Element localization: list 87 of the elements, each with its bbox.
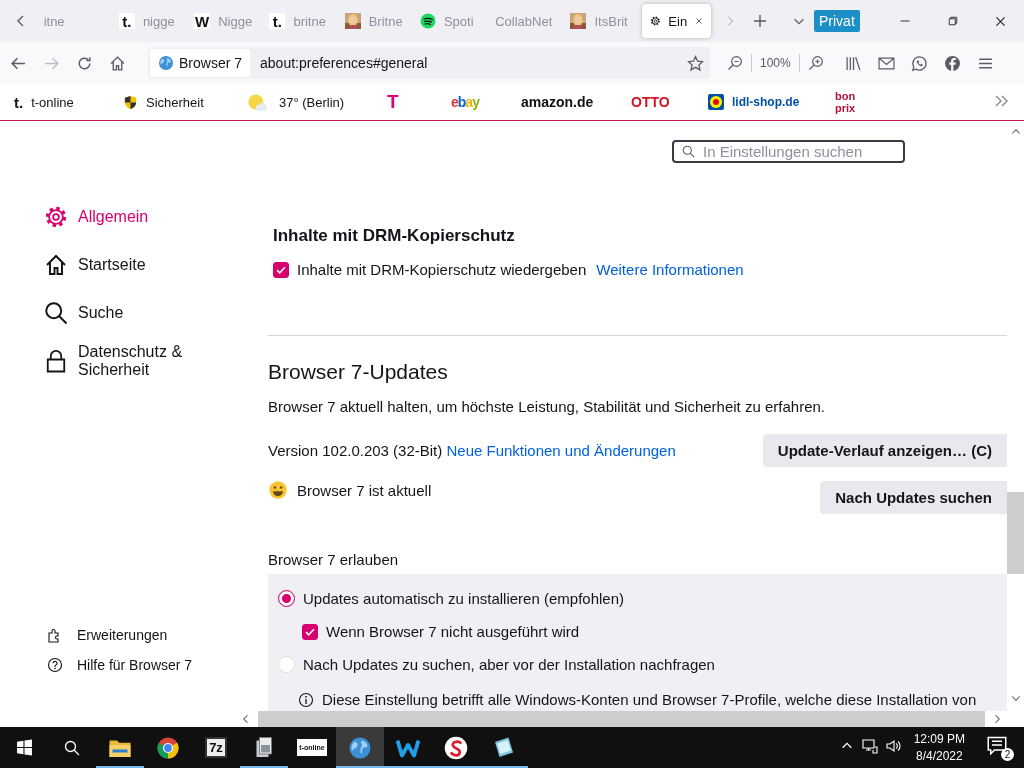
checkbox[interactable]	[302, 623, 318, 640]
speaker-icon	[885, 737, 902, 754]
status-text: Browser 7 ist aktuell	[297, 481, 432, 499]
home-icon	[109, 54, 126, 72]
notification-icon	[987, 734, 1007, 755]
restore-icon	[946, 15, 959, 27]
settings-icon	[44, 205, 68, 229]
bookmark[interactable]: OTTO	[631, 94, 708, 110]
release-notes-link[interactable]: Neue Funktionen und Änderungen	[446, 442, 676, 459]
star-icon	[687, 54, 704, 72]
browser-circle-icon	[156, 735, 180, 760]
checkbox-option[interactable]: Inhalte mit DRM-Kopierschutz wiedergeben	[273, 261, 587, 278]
site-icon: t.	[269, 13, 286, 29]
windows-icon	[15, 739, 33, 756]
notification-count: 2	[1001, 747, 1014, 761]
sidebar-link[interactable]: Erweiterungen	[44, 627, 240, 643]
plus-icon	[751, 13, 768, 29]
site-icon: W	[194, 13, 211, 29]
checkbox-option[interactable]: Wenn Browser 7 nicht ausgeführt wird	[302, 623, 580, 640]
circle-logo-icon	[943, 54, 961, 72]
bookmark[interactable]: Sicherheit	[123, 94, 247, 110]
bookmark[interactable]: T	[387, 91, 451, 113]
site-icon: t.	[14, 93, 24, 111]
checkbox[interactable]	[273, 261, 289, 278]
sidebar-item[interactable]: Suche	[44, 289, 240, 337]
library-icon	[844, 54, 862, 72]
bookmark[interactable]: ebay	[451, 94, 521, 110]
network-icon	[861, 737, 878, 754]
scrollbar-thumb[interactable]	[1007, 492, 1024, 574]
private-badge: Privat	[814, 10, 860, 32]
sidebar-item[interactable]: Datenschutz & Sicherheit	[44, 337, 240, 385]
taskbar-app[interactable]: 7z	[192, 727, 240, 768]
browser-tab[interactable]: t. britne	[261, 4, 337, 38]
bookmark[interactable]: t. t-online	[14, 93, 123, 111]
url-text: about:preferences#general	[260, 55, 429, 71]
chat-bubble-icon	[910, 54, 928, 72]
bookmark[interactable]: bon prix	[835, 90, 875, 114]
identity-button[interactable]: Browser 7	[150, 49, 251, 77]
update-history-button[interactable]: Update-Verlauf anzeigen… (C)	[762, 434, 1007, 467]
search-icon	[44, 301, 68, 325]
sidebar-item[interactable]: Startseite	[44, 241, 240, 289]
globe-icon	[348, 735, 372, 760]
address-bar[interactable]: Browser 7 about:preferences#general	[148, 47, 710, 79]
bookmark[interactable]: amazon.de	[521, 94, 631, 110]
zoom-level[interactable]: 100%	[751, 54, 800, 72]
site-icon: t.	[118, 13, 135, 29]
sidebar-link[interactable]: Hilfe für Browser 7	[44, 657, 240, 673]
bookmark[interactable]: 37° (Berlin)	[247, 92, 387, 112]
bookmark[interactable]: lidl-shop.de	[708, 94, 835, 110]
scrollbar-thumb[interactable]	[258, 711, 985, 727]
search-field[interactable]: In Einstellungen suchen	[672, 140, 905, 163]
search-icon	[682, 145, 695, 158]
zoom-in-icon	[808, 55, 825, 71]
reload-icon	[76, 54, 93, 72]
music-app-icon	[419, 13, 436, 29]
swirl-icon	[444, 735, 468, 760]
radio-button[interactable]	[278, 590, 295, 607]
clock[interactable]: 12:09 PM 8/4/2022	[913, 730, 965, 765]
field-label: Browser 7 erlauben	[268, 551, 400, 568]
version-text: Version 102.0.203 (32-Bit) Neue Funktionen und Änderungen	[268, 442, 676, 459]
check-updates-button[interactable]: Nach Updates suchen	[820, 481, 1007, 514]
note-text: Diese Einstellung betrifft alle Windows-Konten und Browser 7-Profile, welche diese Installation von	[322, 691, 977, 708]
section-heading: Inhalte mit DRM-Kopierschutz	[273, 226, 516, 246]
radio-option[interactable]: Updates automatisch zu installieren (empfohlen)	[278, 590, 624, 607]
description-text: Browser 7 aktuell halten, um höchste Leistung, Stabilität und Sicherheit zu erfahren.	[268, 398, 826, 415]
info-icon	[298, 691, 314, 708]
radio-option[interactable]: Nach Updates zu suchen, aber vor der Installation nachfragen	[278, 656, 715, 673]
close-icon	[993, 14, 1007, 28]
notification-button[interactable]: 2	[987, 734, 1014, 761]
help-icon	[47, 657, 63, 673]
browser-tab[interactable]: W Nigge	[186, 4, 262, 38]
info-link[interactable]: Weitere Informationen	[596, 261, 744, 278]
search-icon	[64, 739, 80, 756]
notepad-icon	[492, 735, 516, 760]
globe-icon	[158, 55, 174, 71]
sidebar-item[interactable]: Allgemein	[44, 193, 240, 241]
sun-cloud-icon	[247, 92, 267, 112]
taskbar-app[interactable]	[336, 727, 384, 768]
smiley-icon	[268, 480, 288, 500]
store-logo-icon	[708, 94, 724, 110]
browser-tab[interactable]: t. nigge	[110, 4, 187, 38]
browser-tab[interactable]: Ein	[641, 4, 712, 38]
shield-icon	[123, 94, 138, 110]
zoom-out-icon	[726, 55, 743, 71]
lock-icon	[44, 349, 68, 373]
home-icon	[44, 253, 68, 277]
section-heading: Browser 7-Updates	[268, 360, 449, 384]
